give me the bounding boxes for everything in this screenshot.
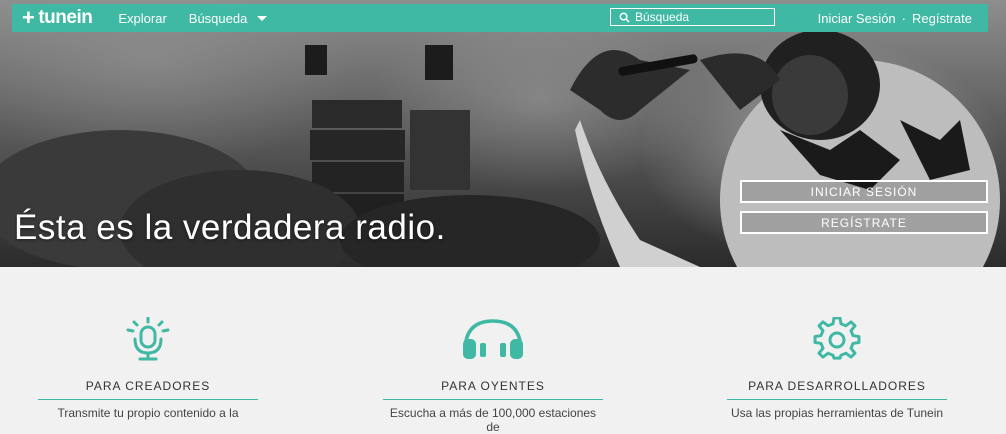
feature-title: PARA CREADORES — [38, 379, 258, 400]
feature-description: Usa las propias herramientas de Tunein — [730, 406, 944, 420]
login-button[interactable]: INICIAR SESIÓN — [740, 180, 988, 203]
gear-icon — [813, 317, 861, 360]
register-link[interactable]: Regístrate — [912, 11, 972, 26]
logo-text: tunein — [38, 7, 93, 28]
feature-creators: PARA CREADORES Transmite tu propio conte… — [38, 317, 258, 420]
tunein-logo[interactable]: + tunein — [22, 5, 93, 30]
features-section: PARA CREADORES Transmite tu propio conte… — [0, 267, 1006, 434]
plus-icon: + — [22, 5, 35, 30]
search-menu-dropdown[interactable]: Búsqueda — [189, 11, 268, 26]
headphones-icon — [463, 319, 523, 359]
login-link[interactable]: Iniciar Sesión — [818, 11, 896, 26]
feature-developers: PARA DESARROLLADORES Usa las propias her… — [727, 317, 947, 420]
feature-description: Transmite tu propio contenido a la — [57, 406, 239, 420]
auth-separator: · — [901, 11, 907, 26]
feature-description: Escucha a más de 100,000 estaciones de — [389, 406, 597, 434]
auth-links: Iniciar Sesión · Regístrate — [818, 11, 972, 26]
search-box[interactable] — [610, 8, 775, 26]
chevron-down-icon — [257, 15, 268, 21]
microphone-icon — [126, 317, 170, 361]
register-button[interactable]: REGÍSTRATE — [740, 211, 988, 234]
feature-listeners: PARA OYENTES Escucha a más de 100,000 es… — [383, 317, 603, 434]
explore-link[interactable]: Explorar — [118, 11, 166, 26]
feature-title: PARA OYENTES — [383, 379, 603, 400]
feature-title: PARA DESARROLLADORES — [727, 379, 947, 400]
hero-headline: Ésta es la verdadera radio. — [14, 208, 446, 247]
top-navigation-bar: + tunein Explorar Búsqueda Iniciar Sesió… — [12, 4, 988, 32]
search-menu-label: Búsqueda — [188, 10, 248, 26]
search-input[interactable] — [630, 10, 765, 24]
hero-banner: + tunein Explorar Búsqueda Iniciar Sesió… — [0, 0, 1006, 267]
search-icon — [619, 12, 630, 23]
